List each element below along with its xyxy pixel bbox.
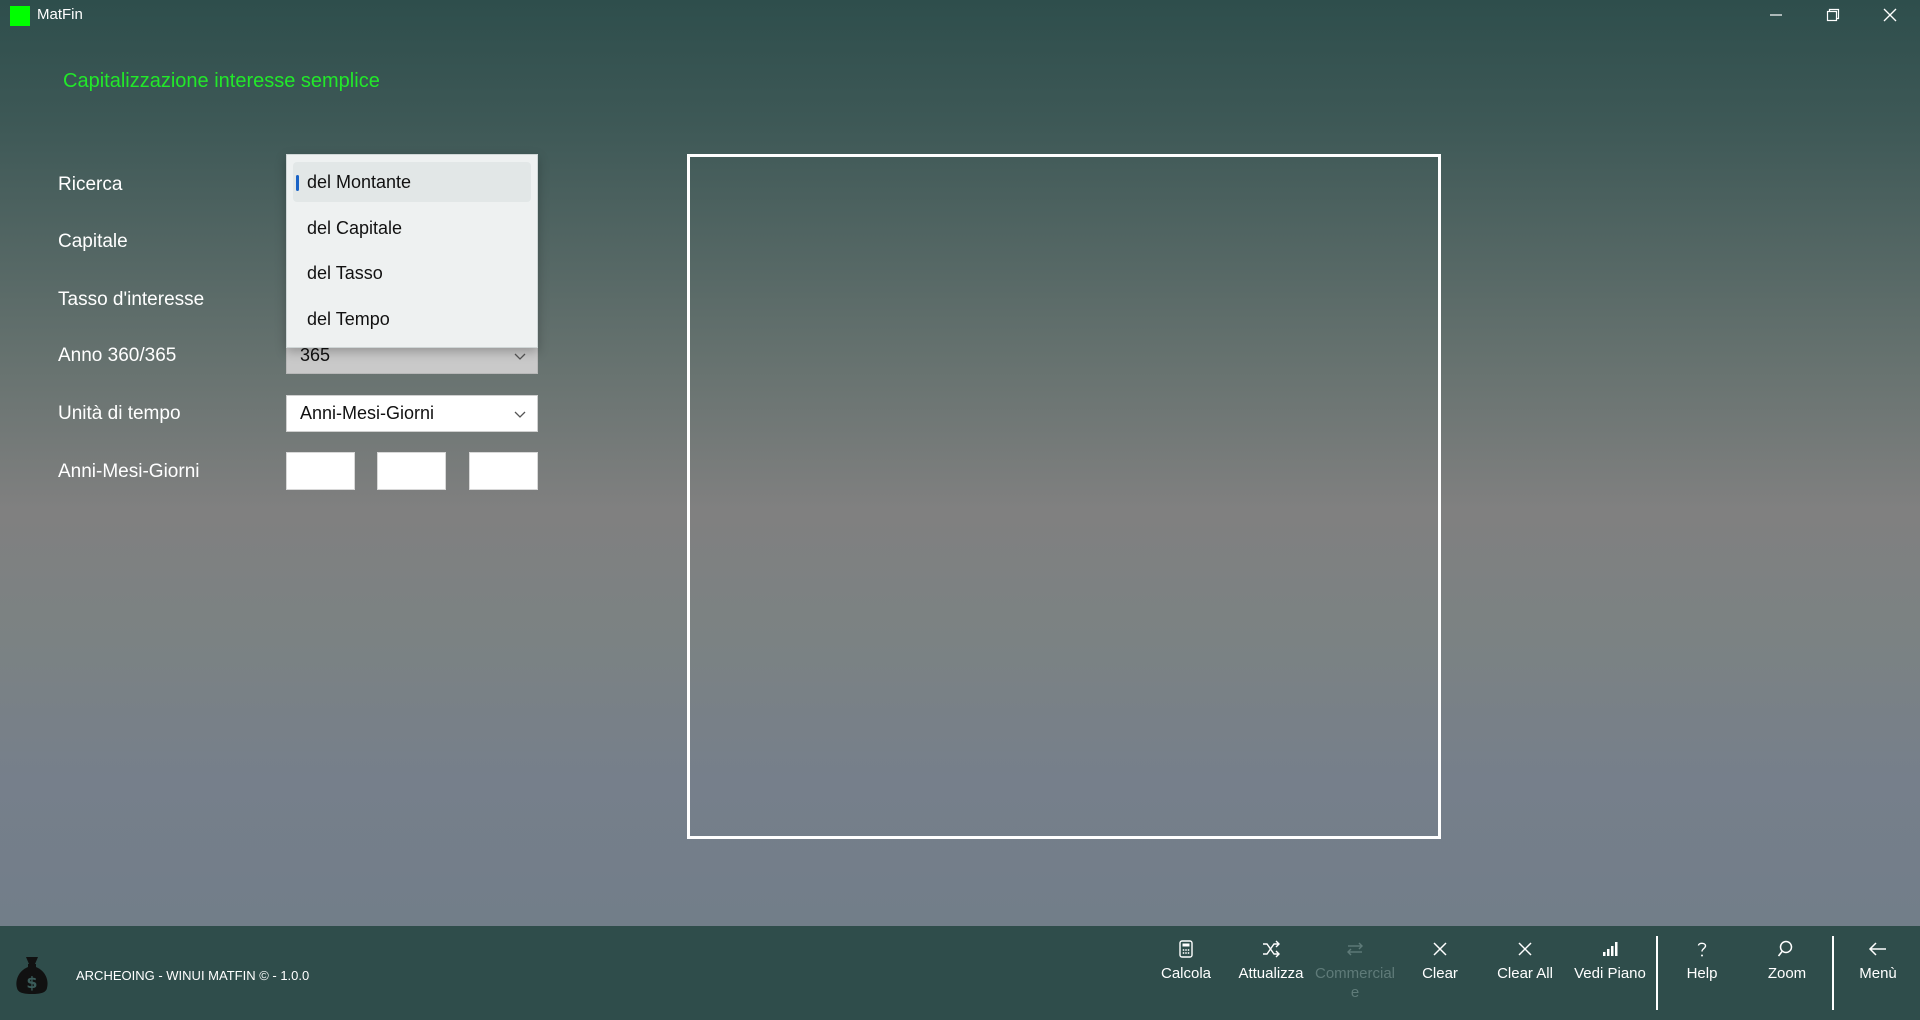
ricerca-dropdown: del Montante del Capitale del Tasso del …: [286, 154, 538, 348]
signal-bars-icon: [1603, 942, 1618, 956]
close-window-button[interactable]: [1862, 0, 1918, 30]
svg-text:$: $: [26, 973, 37, 992]
command-separator: [1832, 936, 1834, 1010]
vedi-piano-button[interactable]: Vedi Piano: [1568, 938, 1652, 1010]
menu-back-button[interactable]: Menù: [1836, 938, 1920, 1010]
anno-select-value: 365: [300, 345, 331, 365]
close-icon: [1883, 8, 1897, 22]
zoom-button[interactable]: Zoom: [1745, 938, 1829, 1010]
minimize-icon: [1770, 14, 1782, 16]
dropdown-item[interactable]: del Capitale: [293, 208, 531, 248]
anni-input[interactable]: [286, 452, 355, 490]
menu-label: Menù: [1859, 965, 1897, 982]
shuffle-icon: [1263, 940, 1280, 958]
attualizza-label: Attualizza: [1238, 965, 1304, 982]
mesi-input[interactable]: [377, 452, 446, 490]
restore-icon: [1826, 8, 1840, 22]
chevron-down-icon: [514, 411, 526, 418]
close-icon: [1518, 942, 1532, 956]
unita-tempo-select[interactable]: Anni-Mesi-Giorni: [286, 395, 538, 432]
dropdown-item[interactable]: del Montante: [293, 162, 531, 202]
footer-copyright: ARCHEOING - WINUI MATFIN © - 1.0.0: [76, 968, 310, 983]
help-button[interactable]: Help: [1660, 938, 1744, 1010]
clear-all-label: Clear All: [1497, 965, 1553, 982]
chevron-down-icon: [514, 353, 526, 360]
command-separator: [1656, 936, 1658, 1010]
calculator-icon: [1179, 940, 1193, 958]
question-icon: [1697, 942, 1707, 957]
dropdown-item[interactable]: del Tempo: [293, 299, 531, 339]
minimize-button[interactable]: [1748, 0, 1804, 30]
app-icon: [10, 6, 30, 26]
title-bar: MatFin: [0, 0, 1920, 30]
commerciale-button[interactable]: Commerciale: [1313, 938, 1397, 1010]
unita-tempo-value: Anni-Mesi-Giorni: [300, 403, 435, 423]
calcola-label: Calcola: [1160, 965, 1212, 982]
calcola-button[interactable]: Calcola: [1144, 938, 1228, 1010]
close-icon: [1433, 942, 1447, 956]
attualizza-button[interactable]: Attualizza: [1229, 938, 1313, 1010]
search-icon: [1777, 940, 1793, 957]
clear-label: Clear: [1422, 965, 1458, 982]
commerciale-label: Commerciale: [1314, 965, 1395, 1001]
restore-button[interactable]: [1805, 0, 1861, 30]
label-tasso: Tasso d'interesse: [58, 289, 205, 310]
giorni-input[interactable]: [469, 452, 538, 490]
label-ricerca: Ricerca: [58, 174, 123, 195]
clear-button[interactable]: Clear: [1398, 938, 1482, 1010]
zoom-label: Zoom: [1767, 965, 1807, 982]
page-title: Capitalizzazione interesse semplice: [63, 70, 380, 92]
swap-icon: [1347, 942, 1363, 956]
label-capitale: Capitale: [58, 231, 128, 252]
clear-all-button[interactable]: Clear All: [1483, 938, 1567, 1010]
back-arrow-icon: [1868, 942, 1886, 956]
results-panel: [687, 154, 1441, 839]
label-anni-mesi-giorni: Anni-Mesi-Giorni: [58, 461, 200, 482]
label-anno: Anno 360/365: [58, 345, 177, 366]
window-title: MatFin: [37, 6, 83, 23]
help-label: Help: [1686, 965, 1718, 982]
dropdown-item[interactable]: del Tasso: [293, 253, 531, 293]
vedi-piano-label: Vedi Piano: [1574, 965, 1646, 982]
money-bag-icon: $: [16, 957, 48, 994]
label-unita-tempo: Unità di tempo: [58, 403, 181, 424]
